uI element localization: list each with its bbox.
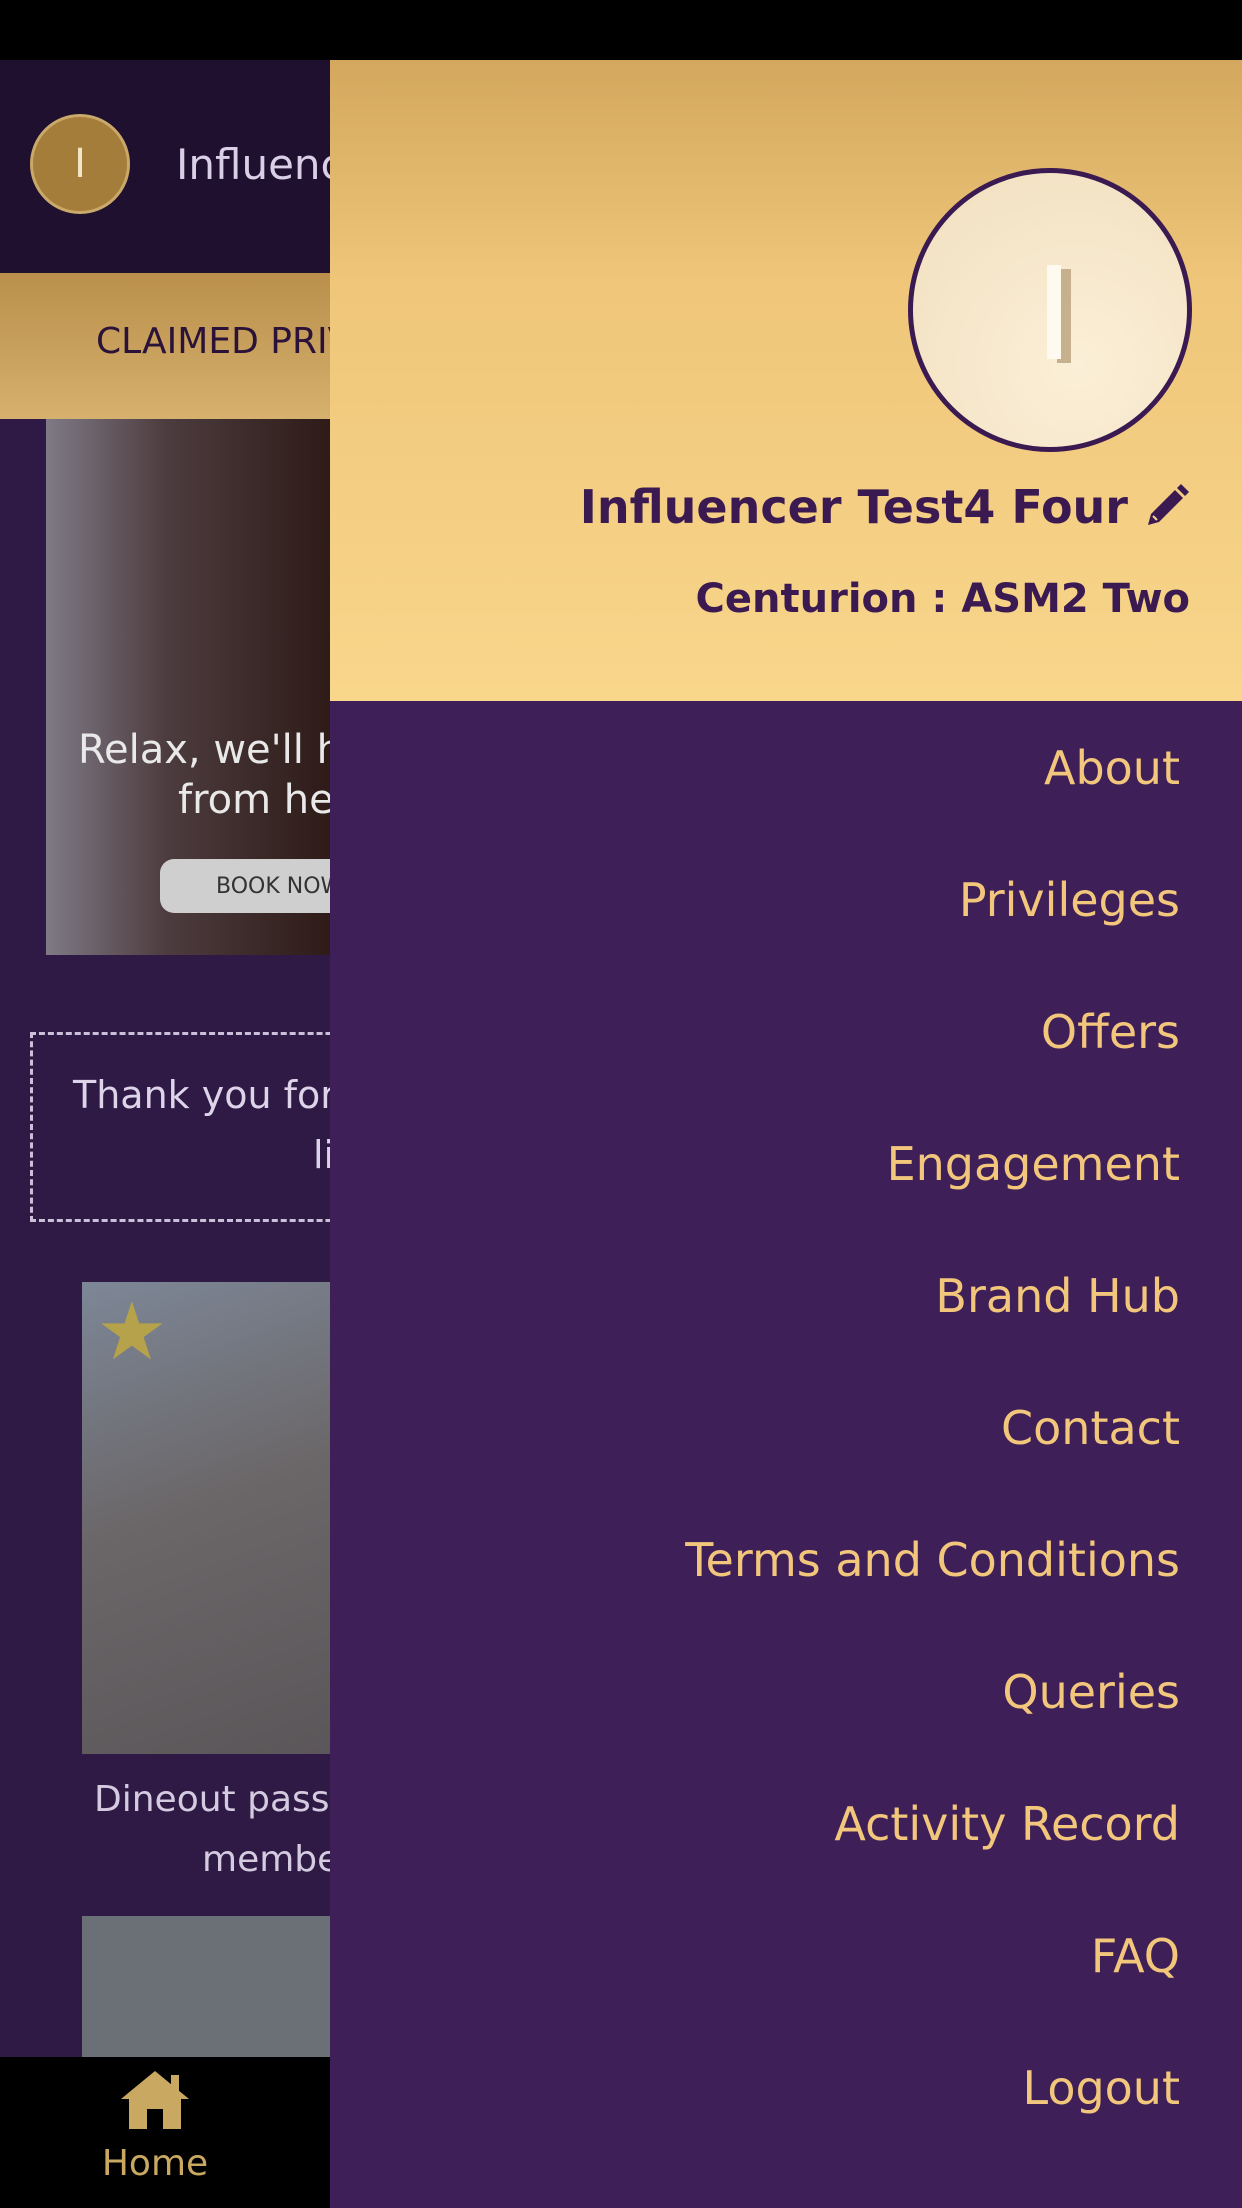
privilege-card-caption: Dineout pass membe (94, 1770, 339, 1890)
menu-item-activity-record[interactable]: Activity Record (834, 1797, 1180, 1851)
menu-item-logout[interactable]: Logout (1023, 2061, 1181, 2115)
menu-item-engagement[interactable]: Engagement (887, 1137, 1180, 1191)
profile-name-row: Influencer Test4 Four (580, 480, 1190, 534)
notice-text: Thank you for li (73, 1065, 336, 1185)
star-icon[interactable]: ★ (96, 1292, 168, 1372)
banner-line-1: Relax, we'll handle it (78, 727, 346, 773)
notice-line-1: Thank you for (73, 1073, 336, 1117)
navigation-drawer: Influencer Test4 Four Centurion : ASM2 T… (330, 60, 1242, 2208)
banner-line-2: from here (178, 777, 346, 823)
book-now-button[interactable]: BOOK NOW (160, 859, 346, 913)
profile-name: Influencer Test4 Four (579, 480, 1128, 534)
menu-item-contact[interactable]: Contact (1001, 1401, 1180, 1455)
menu-item-about[interactable]: About (1044, 741, 1180, 795)
pencil-edit-icon[interactable] (1142, 483, 1190, 531)
banner-text: Relax, we'll handle it from here (78, 725, 346, 825)
promo-banner[interactable]: Relax, we'll handle it from here BOOK NO… (46, 419, 346, 955)
drawer-profile-header: Influencer Test4 Four Centurion : ASM2 T… (330, 60, 1242, 701)
nav-home-button[interactable]: Home (90, 2067, 220, 2197)
notice-line-2: li (313, 1133, 335, 1177)
membership-tier: Centurion : ASM2 Two (695, 576, 1190, 622)
home-icon (121, 2071, 189, 2129)
status-bar (0, 0, 1242, 60)
menu-item-brand-hub[interactable]: Brand Hub (935, 1269, 1180, 1323)
profile-avatar[interactable] (908, 168, 1192, 452)
card-line-2: membe (202, 1839, 340, 1880)
avatar-initial (1047, 265, 1061, 359)
menu-item-queries[interactable]: Queries (1002, 1665, 1180, 1719)
menu-item-privileges[interactable]: Privileges (959, 873, 1180, 927)
header-avatar-initial: I (74, 141, 86, 187)
menu-item-faq[interactable]: FAQ (1091, 1929, 1180, 1983)
header-avatar[interactable]: I (30, 114, 130, 214)
nav-home-label: Home (101, 2143, 209, 2184)
menu-item-terms[interactable]: Terms and Conditions (685, 1533, 1180, 1587)
card-line-1: Dineout pass (94, 1779, 330, 1820)
menu-item-offers[interactable]: Offers (1041, 1005, 1180, 1059)
